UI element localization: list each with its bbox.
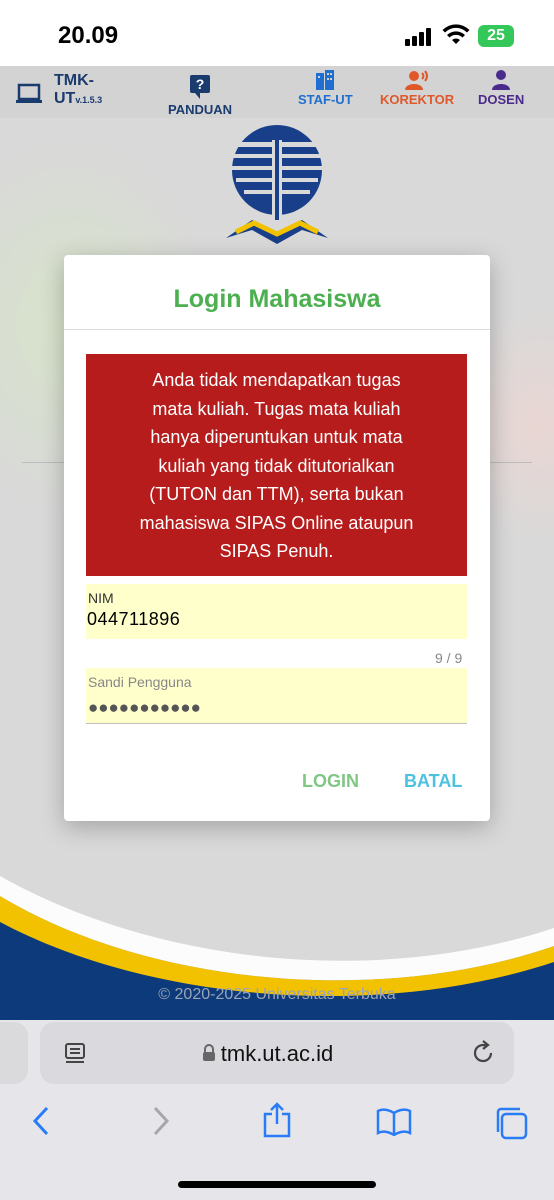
help-icon: ? bbox=[190, 75, 211, 99]
share-icon[interactable] bbox=[262, 1102, 292, 1138]
nav-dosen-label: DOSEN bbox=[478, 92, 525, 107]
alert-line: SIPAS Penuh. bbox=[219, 541, 334, 561]
nav-panduan[interactable]: ? PANDUAN bbox=[168, 74, 232, 117]
dialog-title: Login Mahasiswa bbox=[173, 285, 381, 313]
alert-line: mahasiswa SIPAS Online ataupun bbox=[139, 512, 414, 533]
forward-icon[interactable] bbox=[150, 1106, 172, 1136]
url-text: tmk.ut.ac.id bbox=[220, 1041, 334, 1066]
laptop-icon bbox=[16, 83, 42, 103]
password-label: Sandi Pengguna bbox=[88, 674, 192, 690]
nav-panduan-label: PANDUAN bbox=[168, 102, 233, 117]
nav-korektor-label: KOREKTOR bbox=[380, 92, 455, 107]
password-field[interactable]: Sandi Pengguna ●●●●●●●●●●● bbox=[86, 668, 467, 724]
password-input[interactable]: ●●●●●●●●●●● bbox=[88, 698, 201, 718]
alert-line: mata kuliah. Tugas mata kuliah bbox=[152, 398, 401, 419]
nim-input[interactable]: 044711896 bbox=[87, 609, 180, 630]
copyright-text: © 2020-2025 Universitas Terbuka bbox=[158, 986, 396, 1003]
version-label: v.1.5.3 bbox=[75, 95, 103, 105]
university-logo bbox=[226, 125, 328, 244]
signal-icon bbox=[405, 28, 431, 46]
nav-korektor[interactable]: KOREKTOR bbox=[380, 70, 454, 107]
battery-icon: 25 bbox=[478, 25, 514, 47]
previous-tab[interactable] bbox=[0, 1022, 28, 1084]
alert-line: kuliah yang tidak ditutorialkan bbox=[158, 455, 395, 476]
alert-line: (TUTON dan TTM), serta bukan bbox=[149, 484, 404, 504]
nim-field[interactable]: NIM 044711896 bbox=[86, 584, 467, 639]
alert-line: Anda tidak mendapatkan tugas bbox=[152, 370, 401, 390]
bookmarks-icon[interactable] bbox=[376, 1108, 412, 1136]
status-time: 20.09 bbox=[58, 22, 119, 49]
address-bar[interactable]: tmk.ut.ac.id bbox=[40, 1022, 514, 1084]
alert-line: hanya diperuntukan untuk mata bbox=[150, 427, 403, 447]
brand-title: TMK- UTv.1.5.3 bbox=[54, 72, 134, 109]
nav-staf-ut[interactable]: STAF-UT bbox=[298, 70, 353, 107]
browser-chrome: tmk.ut.ac.id bbox=[0, 1020, 554, 1200]
nim-label: NIM bbox=[88, 590, 114, 606]
dialog-divider bbox=[64, 329, 490, 330]
home-indicator bbox=[178, 1181, 376, 1188]
teacher-icon bbox=[492, 70, 511, 90]
reload-icon[interactable] bbox=[470, 1040, 496, 1066]
error-alert: Anda tidak mendapatkan tugas mata kuliah… bbox=[86, 354, 467, 576]
brand-line2: UT bbox=[54, 90, 76, 107]
back-icon[interactable] bbox=[30, 1106, 52, 1136]
tabs-icon[interactable] bbox=[494, 1106, 528, 1140]
building-icon bbox=[316, 70, 335, 90]
nav-staf-ut-label: STAF-UT bbox=[298, 92, 353, 107]
battery-level: 25 bbox=[487, 27, 505, 44]
brand-line1: TMK- bbox=[54, 72, 94, 89]
top-navbar: TMK- UTv.1.5.3 ? PANDUAN STAF-UT KOREKTO… bbox=[0, 66, 554, 118]
wifi-icon bbox=[442, 24, 470, 44]
login-button[interactable]: LOGIN bbox=[302, 771, 359, 792]
cancel-button[interactable]: BATAL bbox=[404, 771, 462, 792]
login-dialog: Login Mahasiswa Anda tidak mendapatkan t… bbox=[64, 255, 490, 821]
svg-text:?: ? bbox=[196, 76, 205, 92]
nim-char-counter: 9 / 9 bbox=[435, 650, 463, 666]
status-bar: 20.09 25 bbox=[0, 0, 554, 66]
nav-dosen[interactable]: DOSEN bbox=[478, 70, 524, 107]
speaker-user-icon bbox=[405, 70, 429, 90]
